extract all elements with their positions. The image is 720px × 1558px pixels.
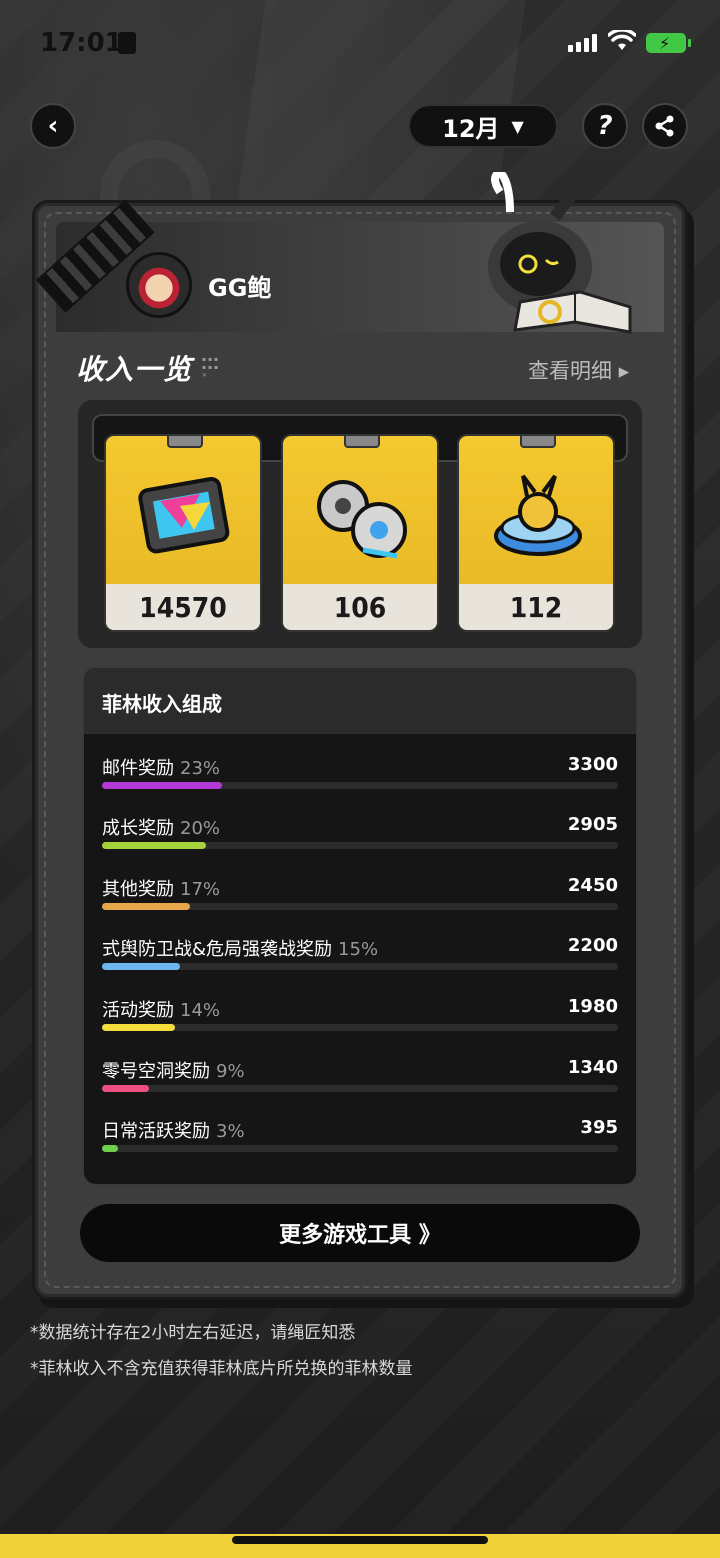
row-value: 2200	[567, 935, 618, 956]
footnote: *数据统计存在2小时左右延迟，请绳匠知悉	[30, 1323, 356, 1343]
row-value: 1980	[567, 996, 618, 1017]
progress-track	[102, 1024, 618, 1031]
month-label: 12月	[442, 114, 500, 143]
footnote: *菲林收入不含充值获得菲林底片所兑换的菲林数量	[30, 1359, 413, 1379]
progress-track	[102, 782, 618, 789]
help-button[interactable]: ?	[582, 103, 628, 149]
bangboo-token-icon	[494, 474, 582, 556]
progress-fill	[102, 963, 180, 970]
row-percent: 3%	[216, 1121, 245, 1142]
row-percent: 23%	[180, 758, 221, 779]
row-label: 零号空洞奖励	[102, 1061, 210, 1082]
breakdown-row: 日常活跃奖励 3% 395	[102, 1117, 618, 1167]
reward-value: 14570	[106, 584, 260, 630]
row-percent: 15%	[338, 939, 379, 960]
row-percent: 20%	[180, 818, 221, 839]
avatar	[126, 252, 192, 318]
progress-fill	[102, 782, 222, 789]
row-label: 活动奖励	[102, 1000, 174, 1021]
breakdown-row: 邮件奖励 23% 3300	[102, 754, 618, 804]
breakdown-row: 零号空洞奖励 9% 1340	[102, 1057, 618, 1107]
clip-decoration	[344, 436, 380, 448]
reward-value: 106	[283, 584, 437, 630]
row-percent: 17%	[180, 879, 221, 900]
progress-fill	[102, 842, 206, 849]
breakdown-row: 成长奖励 20% 2905	[102, 814, 618, 864]
income-title: 收入一览	[76, 353, 193, 386]
more-game-tools-button[interactable]: 更多游戏工具 》	[80, 1204, 640, 1262]
film-reel-icon	[138, 476, 230, 554]
row-label: 日常活跃奖励	[102, 1121, 210, 1142]
progress-track	[102, 1145, 618, 1152]
reward-card-token: 112	[457, 434, 615, 632]
share-button[interactable]	[642, 103, 688, 149]
share-icon	[655, 115, 674, 137]
mascot-reading-illustration	[488, 172, 632, 334]
master-tape-icon	[317, 480, 407, 559]
breakdown-row: 其他奖励 17% 2450	[102, 875, 618, 925]
row-value: 3300	[567, 754, 618, 775]
progress-fill	[102, 1145, 118, 1152]
reward-card-film: 14570	[104, 434, 262, 632]
progress-track	[102, 963, 618, 970]
row-label: 成长奖励	[102, 818, 174, 839]
username: GG鲍	[208, 274, 272, 302]
lock-icon	[118, 32, 136, 54]
question-icon: ?	[597, 111, 613, 141]
clip-decoration	[520, 436, 556, 448]
row-value: 1340	[567, 1057, 618, 1078]
view-details-link[interactable]: 查看明细 ▸	[528, 355, 629, 385]
progress-fill	[102, 1024, 175, 1031]
chevron-left-icon: ‹	[47, 111, 59, 141]
caret-down-icon: ▼	[511, 116, 524, 136]
battery-icon: ⚡	[646, 33, 691, 53]
wifi-icon	[608, 30, 636, 50]
month-selector[interactable]: 12月 ▼	[408, 104, 558, 148]
progress-fill	[102, 903, 191, 910]
breakdown-row: 活动奖励 14% 1980	[102, 996, 618, 1046]
clip-decoration	[167, 436, 203, 448]
progress-track	[102, 1085, 618, 1092]
reward-card-tape: 106	[281, 434, 439, 632]
progress-fill	[102, 1085, 149, 1092]
decorative-code-text: ▪ ▪ ▪ ▪ ▪ ▪ ✕	[202, 356, 219, 379]
progress-track	[102, 903, 618, 910]
signal-icon	[568, 34, 597, 52]
row-value: 2905	[567, 814, 618, 835]
home-indicator[interactable]	[232, 1536, 488, 1544]
breakdown-title: 菲林收入组成	[84, 668, 636, 734]
row-percent: 14%	[180, 1000, 221, 1021]
breakdown-row: 式舆防卫战&危局强袭战奖励 15% 2200	[102, 935, 618, 985]
income-breakdown-panel: 菲林收入组成 邮件奖励 23% 3300 成长奖励 20% 2905 其他奖励 17%…	[82, 666, 638, 1186]
reward-value: 112	[459, 584, 613, 630]
row-label: 式舆防卫战&危局强袭战奖励	[102, 939, 333, 960]
back-button[interactable]: ‹	[30, 103, 76, 149]
row-percent: 9%	[216, 1061, 245, 1082]
row-value: 2450	[567, 875, 618, 896]
status-time: 17:01	[40, 28, 123, 58]
progress-track	[102, 842, 618, 849]
row-label: 其他奖励	[102, 879, 174, 900]
status-bar: 17:01 ⚡	[0, 0, 720, 88]
row-value: 395	[580, 1117, 618, 1138]
row-label: 邮件奖励	[102, 758, 174, 779]
